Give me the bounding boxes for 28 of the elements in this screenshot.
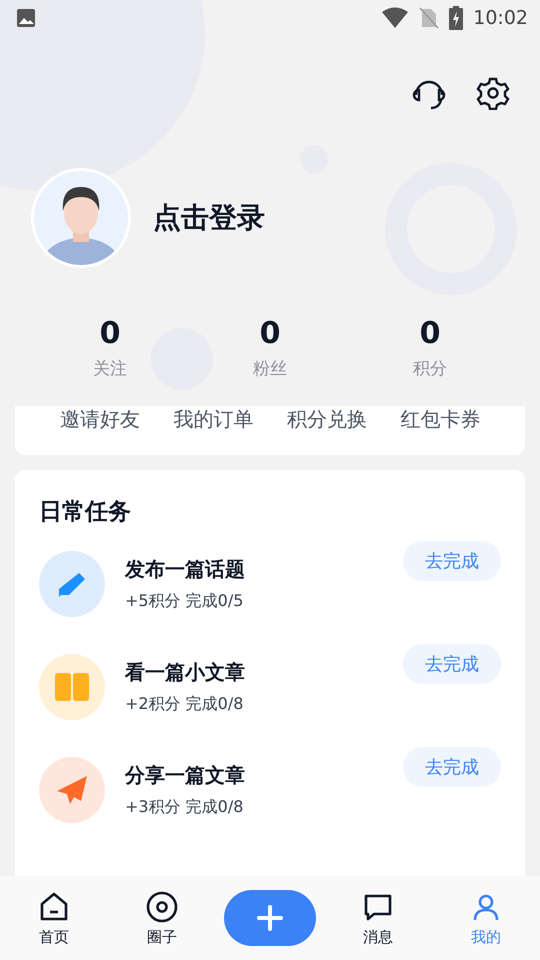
no-sim-icon — [419, 7, 440, 29]
shortcut-link[interactable]: 积分兑换 — [286, 406, 367, 433]
settings-icon[interactable] — [476, 76, 510, 110]
task-title: 分享一篇文章 — [125, 762, 246, 789]
status-time: 10:02 — [473, 7, 528, 29]
task-reward: +5积分 完成0/5 — [125, 591, 244, 612]
plus-icon — [257, 905, 283, 931]
section-title: 日常任务 — [39, 498, 131, 527]
task-reward: +2积分 完成0/8 — [125, 694, 244, 715]
login-link[interactable]: 点击登录 — [153, 199, 265, 237]
wifi-icon — [381, 7, 410, 29]
shortcut-link[interactable]: 邀请好友 — [60, 406, 140, 433]
task-reward: +3积分 完成0/8 — [125, 797, 244, 818]
battery-icon — [449, 6, 464, 30]
shortcut-link[interactable]: 红包卡券 — [400, 406, 480, 433]
target-icon — [145, 890, 179, 924]
nav-tab[interactable]: 我的 — [432, 890, 540, 946]
stat-value: 0 — [260, 316, 280, 351]
stat-value: 0 — [420, 316, 440, 351]
nav-tab[interactable]: 首页 — [0, 890, 108, 946]
image-icon — [16, 8, 36, 28]
task-title: 看一篇小文章 — [125, 659, 246, 686]
nav-tab[interactable]: 圈子 — [108, 890, 216, 946]
stat-value: 0 — [100, 316, 120, 351]
home-icon — [38, 890, 70, 924]
task-title: 发布一篇话题 — [125, 556, 246, 583]
nav-tab[interactable]: 消息 — [324, 890, 432, 946]
shortcut-link[interactable]: 我的订单 — [173, 406, 254, 433]
